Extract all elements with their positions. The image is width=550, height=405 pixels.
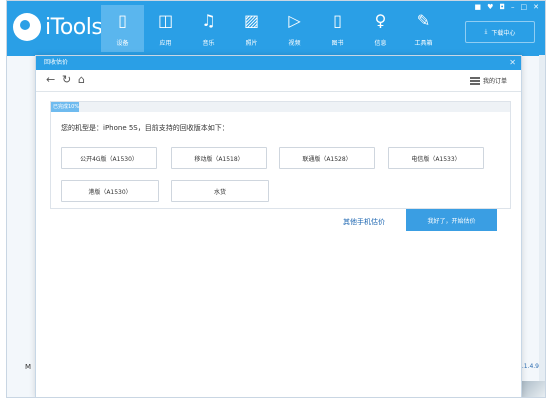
nav-item-video[interactable]: ▷ 视频: [273, 5, 316, 52]
progress-bar: 已完成10%: [51, 102, 510, 112]
model-prompt: 您的机型是：iPhone 5S，目前支持的回收版本如下：: [61, 124, 229, 132]
nav-label: 照片: [245, 40, 258, 47]
option-unicom[interactable]: 联通版（A1528）: [279, 147, 375, 169]
back-arrow-icon[interactable]: ←: [46, 73, 55, 86]
photo-icon: ▨: [243, 11, 260, 30]
itools-logo-icon: [13, 13, 41, 41]
nav-label: 信息: [374, 40, 387, 47]
main-nav: ▯ 设备 ◫ 应用 ♫ 音乐 ▨ 照片 ▷ 视频 ▯ 图书 ♀ 信息 ✎ 工具箱: [101, 5, 445, 52]
start-estimate-button[interactable]: 我好了，开始估价: [406, 209, 497, 231]
app-logo: iTools: [13, 13, 103, 41]
minimize-icon[interactable]: –: [511, 3, 515, 11]
nav-item-apps[interactable]: ◫ 应用: [144, 5, 187, 52]
option-hk[interactable]: 港版（A1530）: [61, 180, 159, 202]
nav-label: 图书: [331, 40, 344, 47]
video-icon: ▷: [288, 11, 301, 30]
music-icon: ♫: [201, 11, 216, 30]
side-letter: M: [25, 363, 32, 371]
nav-label: 设备: [116, 40, 129, 47]
wallpaper-thumbnail: [519, 381, 545, 397]
nav-item-book[interactable]: ▯ 图书: [316, 5, 359, 52]
nav-label: 应用: [159, 40, 172, 47]
dialog-toolbar: ← ↻ ⌂ 我的订单: [36, 70, 521, 92]
maximize-icon[interactable]: □: [521, 3, 528, 11]
top-bar: iTools ▯ 设备 ◫ 应用 ♫ 音乐 ▨ 照片 ▷ 视频 ▯ 图书 ♀ 信…: [7, 1, 545, 56]
my-orders-label: 我的订单: [482, 78, 507, 85]
dialog-title: 回收估价: [44, 59, 69, 66]
refresh-icon[interactable]: ↻: [62, 73, 71, 86]
nav-label: 视频: [288, 40, 301, 47]
apps-icon: ◫: [157, 11, 174, 30]
right-strip: [539, 55, 545, 397]
device-icon: ▯: [118, 11, 127, 30]
close-icon[interactable]: ✕: [533, 3, 539, 11]
option-grey-import[interactable]: 水货: [171, 180, 269, 202]
app-name: iTools: [45, 14, 103, 40]
itools-window: iTools ▯ 设备 ◫ 应用 ♫ 音乐 ▨ 照片 ▷ 视频 ▯ 图书 ♀ 信…: [6, 0, 546, 398]
skin-icon[interactable]: ■: [475, 3, 482, 11]
other-phone-estimate-link[interactable]: 其他手机估价: [343, 217, 385, 227]
home-icon[interactable]: ⌂: [78, 73, 85, 86]
window-controls: ■ ♥ ◘ – □ ✕: [475, 3, 539, 11]
download-icon: ⤓: [484, 28, 488, 35]
option-open-4g[interactable]: 公开4G版（A1530）: [61, 147, 157, 169]
nav-item-toolbox[interactable]: ✎ 工具箱: [402, 5, 445, 52]
toolbox-icon: ✎: [416, 11, 431, 30]
nav-item-photo[interactable]: ▨ 照片: [230, 5, 273, 52]
dialog-close-icon[interactable]: ✕: [509, 56, 516, 70]
book-icon: ▯: [333, 11, 342, 30]
recycle-estimate-dialog: 回收估价 ✕ ← ↻ ⌂ 我的订单 已完成10% 您的机型是：iPhone 5S…: [35, 55, 522, 397]
progress-label: 已完成10%: [53, 104, 80, 110]
nav-item-info[interactable]: ♀ 信息: [359, 5, 402, 52]
nav-label: 音乐: [202, 40, 215, 47]
info-icon: ♀: [374, 11, 387, 30]
heart-icon[interactable]: ♥: [487, 3, 493, 11]
my-orders-link[interactable]: 我的订单: [469, 76, 507, 85]
option-mobile[interactable]: 移动版（A1518）: [171, 147, 267, 169]
nav-label: 工具箱: [414, 40, 433, 47]
download-label: 下载中心: [491, 29, 516, 37]
model-select-panel: 已完成10% 您的机型是：iPhone 5S，目前支持的回收版本如下： 公开4G…: [50, 101, 511, 209]
nav-item-device[interactable]: ▯ 设备: [101, 5, 144, 52]
option-telecom[interactable]: 电信版（A1533）: [388, 147, 484, 169]
nav-item-music[interactable]: ♫ 音乐: [187, 5, 230, 52]
dialog-title-bar: 回收估价 ✕: [36, 56, 521, 70]
list-icon: [469, 76, 480, 85]
download-center-button[interactable]: ⤓ 下载中心: [465, 21, 535, 43]
settings-icon[interactable]: ◘: [499, 3, 505, 11]
